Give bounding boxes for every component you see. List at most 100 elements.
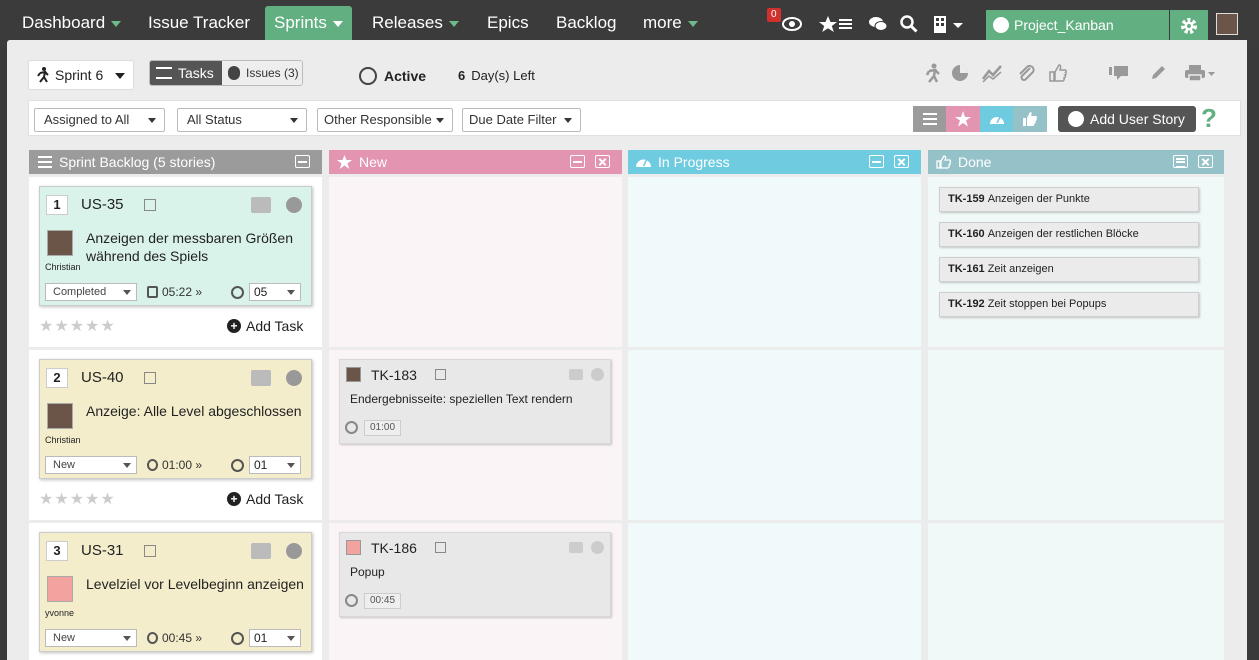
chevron-down-circle-icon[interactable]: [286, 370, 302, 386]
progress-cell: [628, 177, 921, 347]
add-task-button[interactable]: + Add Task: [227, 491, 303, 507]
nav-dashboard[interactable]: Dashboard: [14, 6, 129, 40]
user-story-card[interactable]: 1 US-35 Christian Anzeigen der messbaren…: [39, 186, 312, 306]
story-status-select[interactable]: New: [45, 629, 137, 647]
nav-issue-tracker[interactable]: Issue Tracker: [140, 6, 258, 40]
clock-icon: [231, 286, 244, 299]
star-list-icon[interactable]: [818, 10, 854, 36]
search-icon[interactable]: [898, 10, 920, 36]
done-task-item[interactable]: TK-160 Anzeigen der restlichen Blöcke: [939, 222, 1199, 247]
done-task-title: Zeit stoppen bei Popups: [987, 298, 1107, 310]
story-points-select[interactable]: 05: [249, 283, 301, 301]
help-icon[interactable]: ?: [1201, 103, 1223, 133]
copy-icon[interactable]: [435, 542, 446, 553]
story-status-select[interactable]: New: [45, 456, 137, 474]
rating-stars[interactable]: ★★★★★: [39, 489, 116, 509]
clock-icon: [359, 67, 377, 85]
story-points-select[interactable]: 01: [249, 456, 301, 474]
comment-icon[interactable]: [569, 542, 583, 553]
comment-icon[interactable]: [1107, 62, 1129, 84]
responsible-filter[interactable]: Other Responsible: [317, 108, 453, 132]
story-id[interactable]: US-31: [81, 541, 124, 561]
story-points-value: 05: [254, 285, 268, 299]
chevron-down-circle-icon[interactable]: [591, 368, 604, 381]
story-status-select[interactable]: Completed: [45, 283, 137, 301]
chevron-down-icon: [123, 290, 131, 295]
nav-epics[interactable]: Epics: [479, 6, 537, 40]
chevron-down-icon: [115, 73, 125, 79]
nav-backlog[interactable]: Backlog: [548, 6, 624, 40]
avatar: [47, 403, 73, 429]
story-id[interactable]: US-40: [81, 368, 124, 388]
task-card[interactable]: TK-186 Popup 00:45: [339, 532, 611, 617]
backlog-view-button[interactable]: [913, 106, 947, 132]
copy-icon[interactable]: [144, 545, 156, 557]
pie-chart-icon[interactable]: [949, 62, 971, 84]
status-filter[interactable]: All Status: [177, 108, 307, 132]
user-story-card[interactable]: 2 US-40 Christian Anzeige: Alle Level ab…: [39, 359, 312, 479]
comment-icon[interactable]: [251, 197, 271, 213]
eye-icon[interactable]: [780, 10, 804, 36]
add-user-story-button[interactable]: Add User Story: [1058, 106, 1196, 132]
done-task-item[interactable]: TK-192 Zeit stoppen bei Popups: [939, 292, 1199, 317]
comment-icon[interactable]: [251, 543, 271, 559]
task-card[interactable]: TK-183 Endergebnisseite: speziellen Text…: [339, 359, 611, 444]
story-status-value: New: [53, 632, 76, 644]
paperclip-icon[interactable]: [1015, 62, 1037, 84]
nav-releases[interactable]: Releases: [364, 6, 467, 40]
close-icon[interactable]: [1198, 155, 1213, 168]
minimize-icon[interactable]: [295, 155, 310, 168]
building-icon[interactable]: [930, 10, 966, 36]
settings-button[interactable]: [1170, 10, 1208, 40]
chevron-down-circle-icon[interactable]: [286, 543, 302, 559]
progress-view-button[interactable]: [980, 106, 1014, 132]
list-view-icon[interactable]: [1173, 155, 1188, 168]
pencil-icon[interactable]: [1147, 62, 1169, 84]
done-view-button[interactable]: [1013, 106, 1047, 132]
days-left: 6 Day(s) Left: [458, 66, 535, 86]
copy-icon[interactable]: [435, 369, 446, 380]
task-id[interactable]: TK-183: [371, 366, 417, 384]
done-task-item[interactable]: TK-161 Zeit anzeigen: [939, 257, 1199, 282]
minimize-icon[interactable]: [869, 155, 884, 168]
tasks-button[interactable]: Tasks: [150, 61, 222, 85]
story-rank: 2: [46, 368, 68, 388]
new-cell: [329, 177, 622, 347]
task-time[interactable]: 01:00: [364, 420, 402, 436]
assigned-filter[interactable]: Assigned to All: [34, 108, 165, 132]
story-time: 00:45 »: [147, 630, 202, 646]
issues-button[interactable]: Issues (3): [222, 61, 302, 85]
minimize-icon[interactable]: [570, 155, 585, 168]
user-avatar[interactable]: [1216, 13, 1238, 35]
done-task-item[interactable]: TK-159 Anzeigen der Punkte: [939, 187, 1199, 212]
sprint-selector[interactable]: Sprint 6: [28, 60, 134, 90]
new-view-button[interactable]: [946, 106, 980, 132]
rating-stars[interactable]: ★★★★★: [39, 316, 116, 336]
chat-icon[interactable]: [866, 10, 890, 36]
task-time[interactable]: 00:45: [364, 593, 402, 609]
due-date-filter[interactable]: Due Date Filter: [462, 108, 581, 132]
print-icon[interactable]: [1183, 62, 1217, 84]
copy-icon[interactable]: [144, 199, 156, 211]
chevron-down-circle-icon[interactable]: [286, 197, 302, 213]
story-points-select[interactable]: 01: [249, 629, 301, 647]
story-id[interactable]: US-35: [81, 195, 124, 215]
line-chart-icon[interactable]: [981, 62, 1003, 84]
nav-more[interactable]: more: [635, 6, 706, 40]
close-icon[interactable]: [894, 155, 909, 168]
close-icon[interactable]: [595, 155, 610, 168]
task-id[interactable]: TK-186: [371, 539, 417, 557]
chevron-down-icon: [687, 20, 698, 27]
story-owner: yvonne: [45, 608, 75, 618]
thumbs-up-icon[interactable]: [1047, 62, 1069, 84]
runner-icon[interactable]: [922, 62, 944, 84]
add-task-button[interactable]: + Add Task: [227, 318, 303, 334]
user-story-card[interactable]: 3 US-31 yvonne Levelziel vor Levelbeginn…: [39, 532, 312, 652]
project-selector[interactable]: Project_Kanban: [986, 10, 1169, 40]
chevron-down-icon: [148, 118, 156, 123]
copy-icon[interactable]: [144, 372, 156, 384]
story-time-value: 01:00: [162, 458, 193, 472]
comment-icon[interactable]: [569, 369, 583, 380]
chevron-down-circle-icon[interactable]: [591, 541, 604, 554]
comment-icon[interactable]: [251, 370, 271, 386]
